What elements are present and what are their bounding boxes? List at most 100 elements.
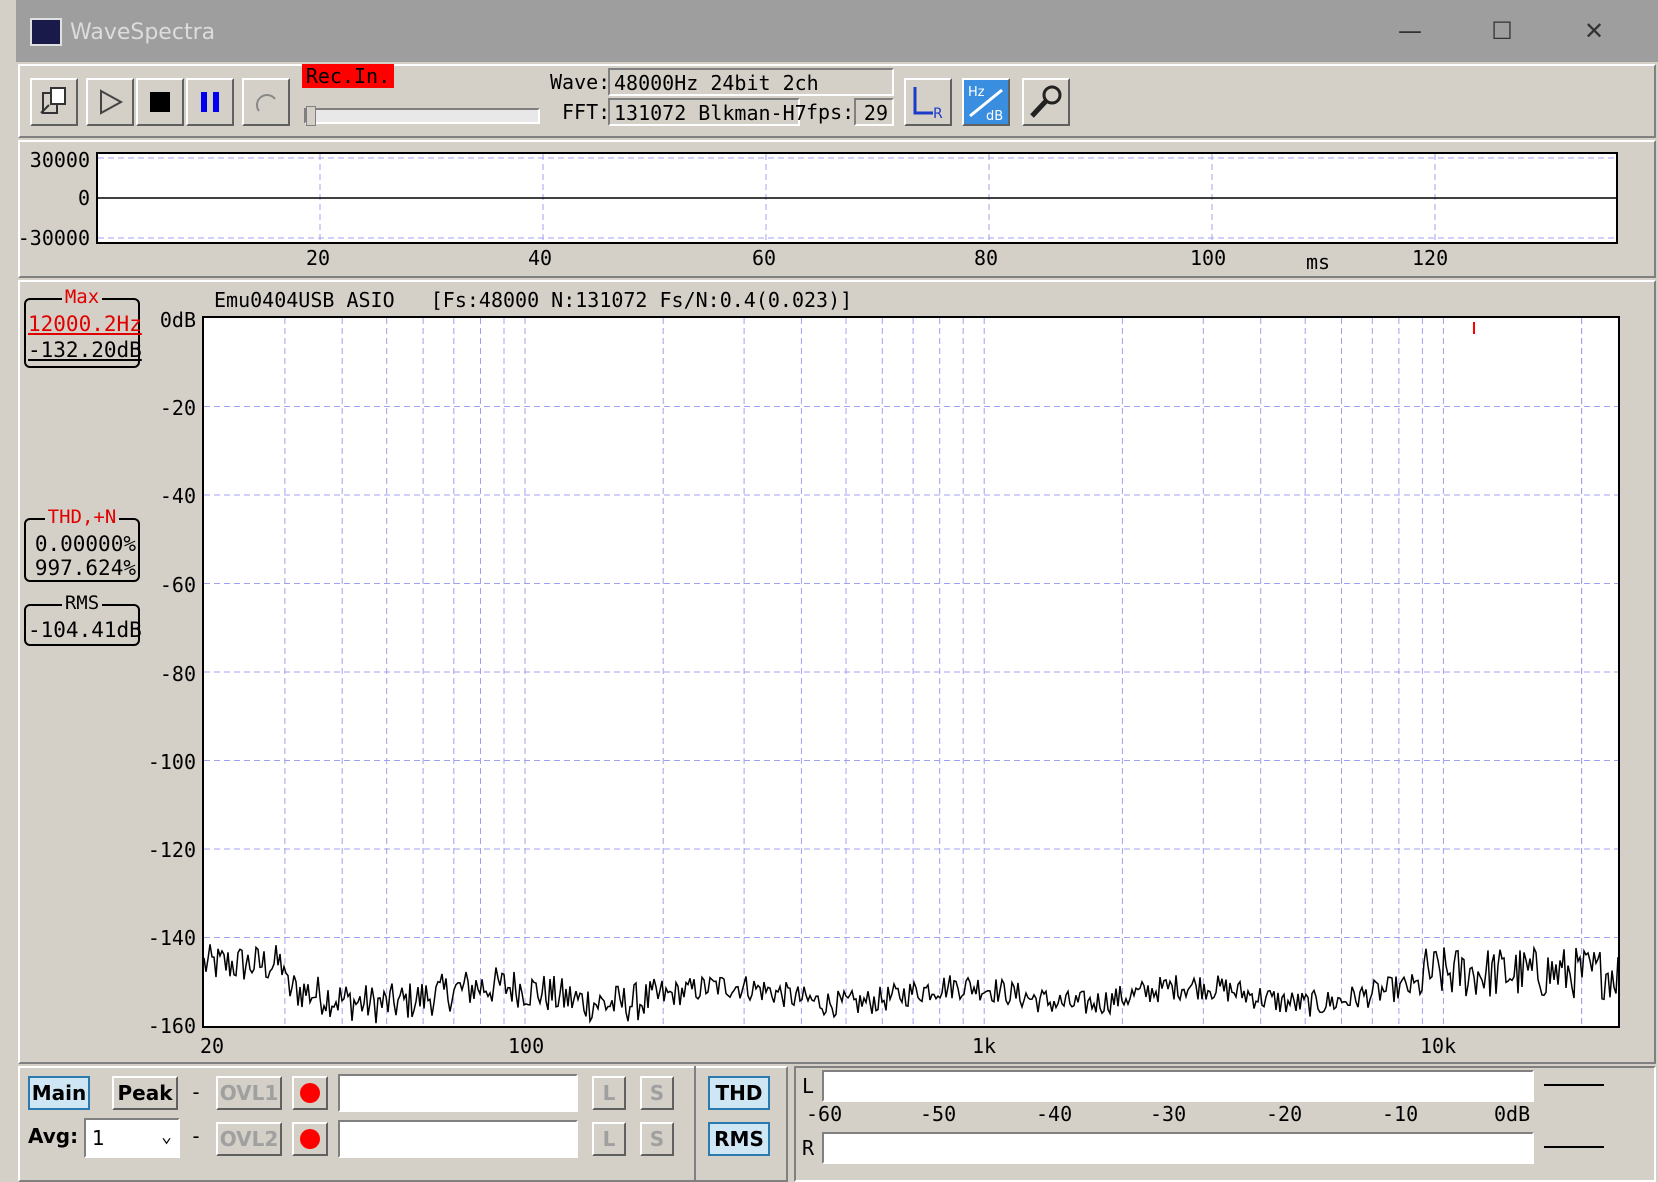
ovl1-record-button[interactable]: [292, 1076, 328, 1110]
maximize-button[interactable]: ☐: [1456, 0, 1548, 62]
settings-button[interactable]: [1022, 78, 1070, 126]
ovl1-load-button[interactable]: L: [592, 1076, 626, 1110]
spec-x-tick: 1k: [972, 1034, 997, 1058]
svg-text:dB: dB: [986, 109, 1003, 122]
hz-db-icon: HzdB: [968, 85, 1003, 122]
waveform-plot[interactable]: [96, 152, 1618, 244]
meter-scale-tick: -60: [806, 1102, 843, 1126]
repeat-button[interactable]: [242, 78, 290, 126]
max-caption: Max: [61, 286, 103, 308]
wave-x-tick: 60: [752, 246, 777, 270]
spec-y-tick: -140: [147, 926, 196, 950]
ovl2-save-button[interactable]: S: [640, 1122, 674, 1156]
spec-x-tick: 10k: [1420, 1034, 1457, 1058]
spec-y-tick: 0dB: [159, 308, 196, 332]
close-button[interactable]: ✕: [1548, 0, 1640, 62]
meter-scale: -60 -50 -40 -30 -20 -10 0dB: [806, 1102, 1536, 1126]
wave-format-field: 48000Hz 24bit 2ch: [608, 68, 894, 96]
wave-x-tick: 100: [1190, 246, 1227, 270]
play-button[interactable]: [86, 78, 134, 126]
ovl1-button[interactable]: OVL1: [216, 1076, 282, 1110]
wave-x-tick: 20: [306, 246, 331, 270]
position-slider-thumb[interactable]: [306, 106, 316, 126]
rms-button[interactable]: RMS: [708, 1122, 770, 1156]
spec-y-tick: -120: [147, 838, 196, 862]
avg-select[interactable]: 1 ⌄: [84, 1118, 180, 1158]
meter-scale-tick: -30: [1150, 1102, 1187, 1126]
stop-icon: [150, 92, 170, 112]
repeat-icon: [256, 94, 276, 112]
rms-info-box: RMS -104.41dB: [24, 592, 142, 646]
meter-right-bar: [822, 1132, 1534, 1164]
rec-input-indicator[interactable]: Rec.In.: [302, 64, 394, 88]
window-frame: [0, 0, 16, 1182]
record-dot-icon: [300, 1129, 320, 1149]
ovl2-name-input[interactable]: [338, 1120, 578, 1158]
fft-setting-field[interactable]: 131072 Blkman-H7: [608, 98, 807, 126]
spectrum-graph: [203, 318, 1619, 1026]
meter-left-label: L: [802, 1074, 815, 1098]
waveform-grid: [98, 154, 1616, 242]
peak-button[interactable]: Peak: [112, 1076, 178, 1110]
device-info: Emu0404USB ASIO [Fs:48000 N:131072 Fs/N:…: [214, 288, 853, 312]
wave-y-tick: 0: [77, 186, 90, 210]
hz-db-scale-button[interactable]: Hz dB: [962, 78, 1010, 126]
open-file-button[interactable]: [30, 78, 78, 126]
meter-left-peak-line: [1544, 1084, 1604, 1086]
thd-info-box: THD,+N 0.00000% 997.624%: [24, 506, 140, 582]
lr-channel-button[interactable]: R: [904, 78, 952, 126]
ovl2-button[interactable]: OVL2: [216, 1122, 282, 1156]
wave-x-tick: 80: [974, 246, 999, 270]
meter-scale-tick: 0dB: [1494, 1102, 1531, 1126]
meter-scale-tick: -40: [1036, 1102, 1073, 1126]
max-level: -132.20dB: [28, 338, 142, 362]
rms-caption: RMS: [61, 592, 103, 614]
meter-scale-tick: -10: [1382, 1102, 1419, 1126]
spec-y-tick: -160: [147, 1014, 196, 1038]
fps-label: fps:: [806, 100, 855, 124]
wave-y-tick: -30000: [17, 226, 90, 250]
meter-scale-tick: -20: [1266, 1102, 1303, 1126]
ovl2-load-button[interactable]: L: [592, 1122, 626, 1156]
thd-caption: THD,+N: [44, 506, 120, 528]
pause-button[interactable]: [186, 78, 234, 126]
spec-y-tick: -20: [159, 396, 196, 420]
separator-dash: -: [190, 1124, 203, 1148]
position-slider-track[interactable]: [304, 108, 540, 124]
spectrum-trace: [203, 944, 1619, 1024]
window-title: WaveSpectra: [70, 20, 216, 45]
main-button[interactable]: Main: [28, 1076, 90, 1110]
ovl2-record-button[interactable]: [292, 1122, 328, 1156]
meter-right-peak-line: [1544, 1146, 1604, 1148]
svg-text:Hz: Hz: [968, 85, 985, 100]
wave-label: Wave:: [550, 70, 611, 94]
meter-left-bar: [822, 1070, 1534, 1102]
spec-x-tick: 20: [200, 1034, 225, 1058]
spectrum-plot[interactable]: [202, 316, 1620, 1028]
avg-label: Avg:: [28, 1124, 79, 1148]
max-info-box: Max 12000.2Hz -132.20dB: [24, 286, 142, 368]
fft-label: FFT:: [562, 100, 611, 124]
separator-dash: -: [190, 1080, 203, 1104]
wave-x-unit: ms: [1306, 250, 1331, 274]
meter-right-label: R: [802, 1136, 815, 1160]
minimize-button[interactable]: —: [1364, 0, 1456, 62]
stop-button[interactable]: [136, 78, 184, 126]
toolbar: Rec.In. Wave: 48000Hz 24bit 2ch FFT: 131…: [18, 64, 1656, 138]
chevron-down-icon: ⌄: [161, 1126, 172, 1147]
spec-y-tick: -60: [159, 573, 196, 597]
app-icon: [30, 18, 62, 46]
thd-value: 0.00000%: [34, 532, 136, 556]
ovl1-name-input[interactable]: [338, 1074, 578, 1112]
record-dot-icon: [300, 1083, 320, 1103]
lr-channel-icon: R: [913, 87, 943, 121]
wave-x-tick: 40: [528, 246, 553, 270]
avg-select-value: 1: [92, 1126, 105, 1150]
settings-wrench-icon: [1030, 85, 1062, 118]
thd-button[interactable]: THD: [708, 1076, 770, 1110]
spec-y-tick: -100: [147, 750, 196, 774]
thdn-value: 997.624%: [34, 556, 136, 580]
svg-text:R: R: [933, 106, 943, 121]
ovl1-save-button[interactable]: S: [640, 1076, 674, 1110]
rms-value: -104.41dB: [28, 618, 142, 642]
